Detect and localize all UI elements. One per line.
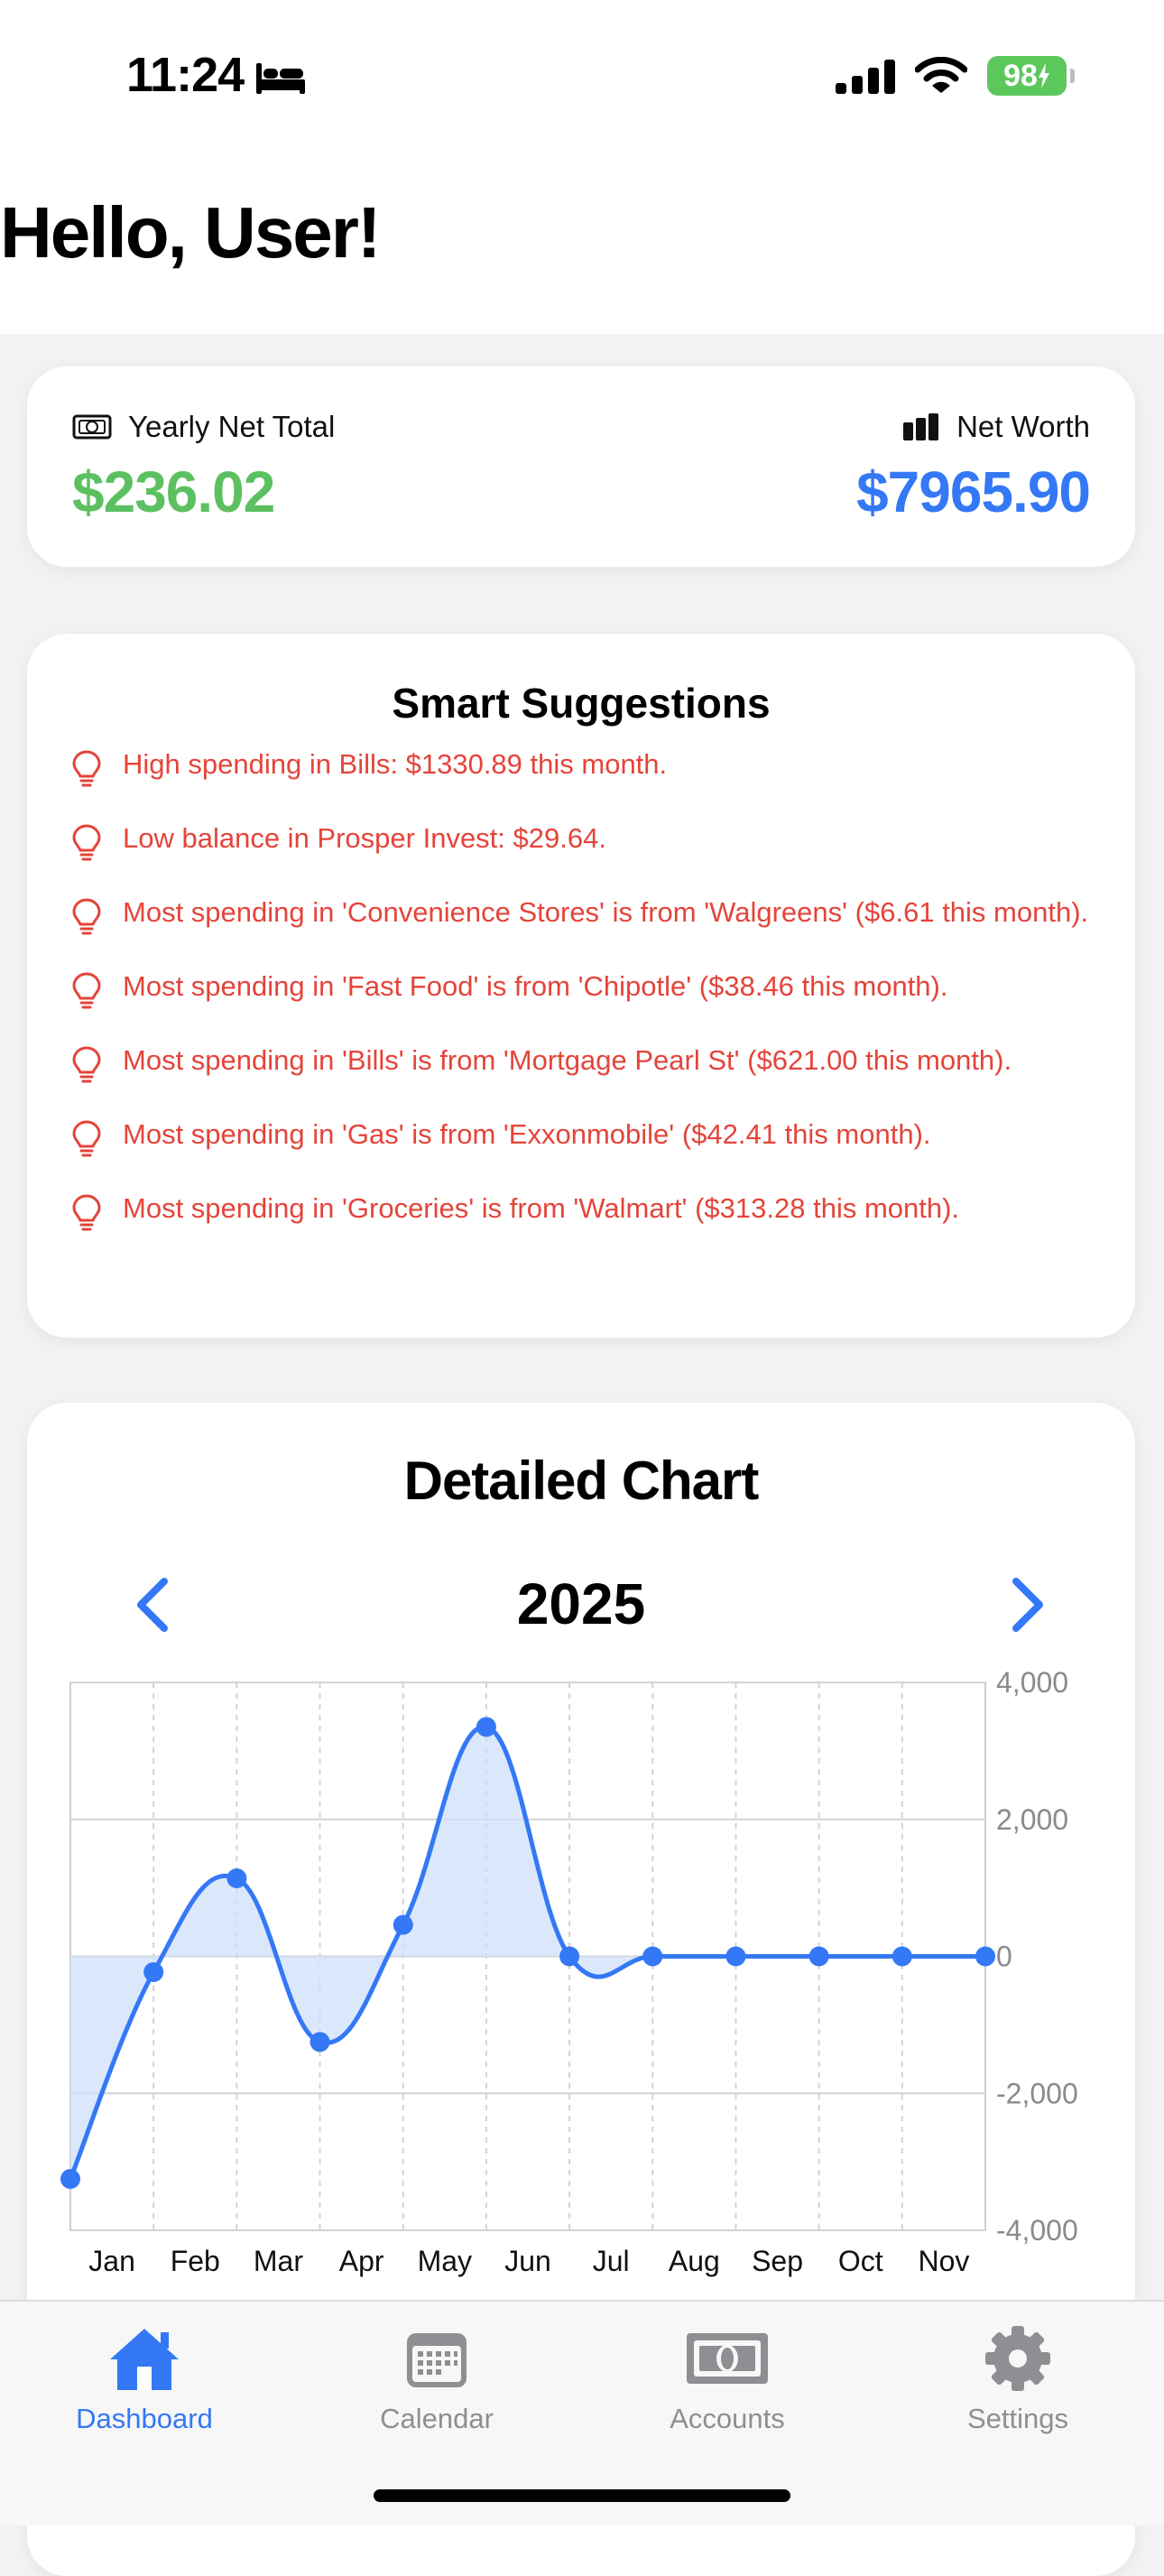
x-tick-label: Apr [339, 2245, 384, 2277]
x-tick-label: Aug [669, 2245, 720, 2277]
data-point [975, 1946, 995, 1967]
tab-calendar[interactable]: Calendar [328, 2318, 545, 2435]
x-tick-label: Oct [838, 2245, 883, 2277]
data-point [891, 1946, 912, 1967]
charging-bolt-icon [1038, 63, 1049, 88]
y-tick-label: 4,000 [996, 1666, 1068, 1699]
suggestion-text: Most spending in 'Gas' is from 'Exxonmob… [123, 1118, 931, 1150]
x-tick-label: Jan [88, 2245, 135, 2277]
data-point [226, 1868, 247, 1889]
wifi-icon [915, 57, 967, 93]
tab-label: Dashboard [76, 2403, 213, 2434]
lightbulb-icon [72, 824, 101, 861]
y-tick-label: 2,000 [996, 1803, 1068, 1836]
lightbulb-icon [72, 750, 101, 787]
lightbulb-icon [72, 1194, 101, 1231]
suggestion-text: Most spending in 'Bills' is from 'Mortga… [123, 1044, 1012, 1076]
status-time: 11:24 [126, 48, 245, 102]
lightbulb-icon [72, 898, 101, 935]
data-point [642, 1946, 663, 1967]
suggestion-item: Most spending in 'Groceries' is from 'Wa… [70, 1191, 1099, 1231]
data-point [725, 1946, 746, 1967]
suggestion-text: Most spending in 'Fast Food' is from 'Ch… [123, 970, 948, 1002]
suggestions-list: High spending in Bills: $1330.89 this mo… [27, 747, 1135, 1231]
y-tick-label: -4,000 [996, 2214, 1078, 2247]
x-tick-label: Feb [171, 2245, 220, 2277]
greeting-title: Hello, User! [0, 192, 382, 273]
tab-settings[interactable]: Settings [910, 2318, 1126, 2435]
gear-icon [985, 2326, 1050, 2391]
smart-suggestions-card: Smart Suggestions High spending in Bills… [27, 634, 1135, 1338]
suggestion-item: Most spending in 'Convenience Stores' is… [70, 895, 1099, 935]
calendar-icon [407, 2333, 467, 2387]
suggestion-item: Most spending in 'Gas' is from 'Exxonmob… [70, 1117, 1099, 1157]
x-tick-label: Jun [504, 2245, 551, 2277]
net-worth-value: $7965.90 [856, 459, 1091, 524]
tab-dashboard[interactable]: Dashboard [36, 2318, 253, 2435]
net-worth-label: Net Worth [956, 410, 1090, 443]
home-indicator [374, 2489, 790, 2502]
battery-indicator: 98 [987, 56, 1075, 96]
data-point [143, 1961, 164, 1982]
y-tick-label: -2,000 [996, 2077, 1078, 2109]
data-point [393, 1914, 413, 1935]
battery-level: 98 [1003, 58, 1038, 93]
tab-label: Settings [966, 2403, 1068, 2434]
data-point [309, 2032, 330, 2052]
y-tick-label: 0 [996, 1941, 1012, 1973]
yearly-net-total-value: $236.02 [72, 459, 275, 524]
suggestion-text: Most spending in 'Groceries' is from 'Wa… [123, 1192, 960, 1224]
data-point [476, 1717, 496, 1737]
data-point [808, 1946, 829, 1967]
net-worth: Net Worth $7965.90 [856, 410, 1091, 525]
suggestion-text: Most spending in 'Convenience Stores' is… [123, 896, 1089, 928]
tab-label: Accounts [670, 2403, 785, 2434]
summary-card: Yearly Net Total $236.02 Net Worth $7965… [27, 366, 1135, 567]
data-point [60, 2169, 80, 2190]
x-tick-label: May [418, 2245, 472, 2277]
yearly-net-total-label: Yearly Net Total [128, 410, 336, 443]
bed-icon [256, 63, 305, 94]
banknote-icon [687, 2333, 768, 2384]
banknote-icon [72, 414, 112, 440]
suggestion-text: Low balance in Prosper Invest: $29.64. [123, 822, 606, 854]
house-icon [110, 2329, 179, 2390]
suggestion-item: Most spending in 'Bills' is from 'Mortga… [70, 1043, 1099, 1083]
data-point [559, 1946, 580, 1967]
suggestion-item: Most spending in 'Fast Food' is from 'Ch… [70, 969, 1099, 1009]
tab-label: Calendar [380, 2403, 494, 2434]
suggestion-text: High spending in Bills: $1330.89 this mo… [123, 748, 668, 780]
x-tick-label: Jul [593, 2245, 630, 2277]
suggestion-item: Low balance in Prosper Invest: $29.64. [70, 821, 1099, 861]
lightbulb-icon [72, 1046, 101, 1083]
cellular-signal-icon [836, 60, 895, 94]
status-indicators: 98 [836, 56, 1075, 96]
lightbulb-icon [72, 1120, 101, 1157]
smart-suggestions-title: Smart Suggestions [392, 680, 771, 727]
yearly-net-total: Yearly Net Total $236.02 [72, 410, 335, 525]
tab-accounts[interactable]: Accounts [619, 2318, 836, 2435]
x-tick-label: Nov [918, 2245, 969, 2277]
suggestion-item: High spending in Bills: $1330.89 this mo… [70, 747, 1099, 787]
bar-chart-icon [903, 413, 939, 440]
x-tick-label: Sep [752, 2245, 803, 2277]
lightbulb-icon [72, 972, 101, 1009]
x-tick-label: Mar [254, 2245, 303, 2277]
